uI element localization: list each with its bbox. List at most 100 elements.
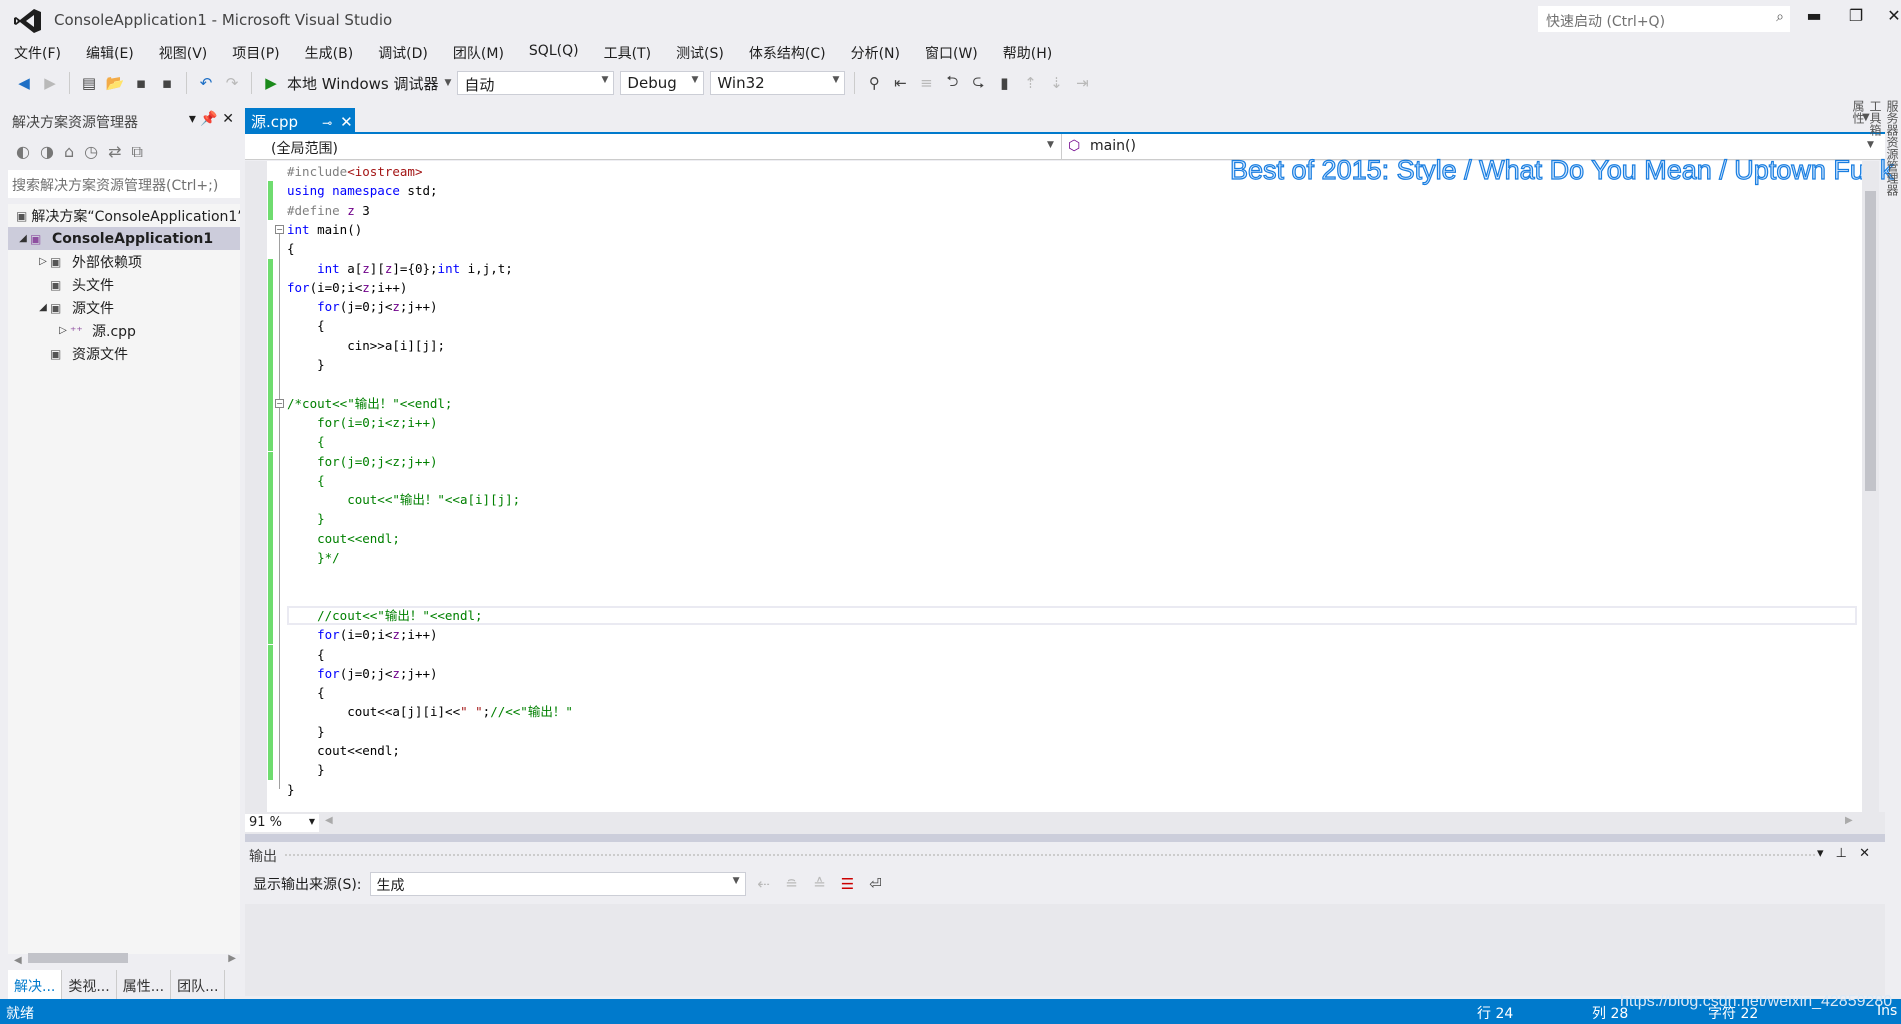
word-wrap-icon[interactable]: ⏎ <box>866 875 886 893</box>
menu-item[interactable]: 团队(M) <box>445 40 512 64</box>
code-line[interactable]: } <box>287 355 325 374</box>
panel-tab[interactable]: 团队... <box>171 970 226 1002</box>
pin-icon[interactable]: ⊥ <box>1836 846 1847 861</box>
code-line[interactable]: { <box>287 471 325 490</box>
code-line[interactable]: //cout<<"输出！"<<endl; <box>287 606 482 625</box>
code-line[interactable]: for(j=0;j<z;j++) <box>287 452 437 471</box>
restore-button[interactable]: ❐ <box>1838 6 1874 25</box>
code-line[interactable]: /*cout<<"输出！"<<endl; <box>287 394 452 413</box>
panel-splitter[interactable] <box>245 834 1885 842</box>
close-button[interactable]: ✕ <box>1876 6 1901 25</box>
code-line[interactable]: { <box>287 645 325 664</box>
code-line[interactable]: int a[z][z]={0};int i,j,t; <box>287 259 513 278</box>
quick-launch-input[interactable]: 快速启动 (Ctrl+Q) ⌕ <box>1538 6 1790 32</box>
start-debug-icon[interactable]: ▶ <box>261 74 281 92</box>
menu-item[interactable]: 帮助(H) <box>995 40 1060 64</box>
code-line[interactable]: #include<iostream> <box>287 162 422 181</box>
code-line[interactable]: cout<<a[j][i]<<" ";//<<"输出！" <box>287 702 573 721</box>
close-tab-icon[interactable]: ✕ <box>340 113 353 131</box>
find-in-files-icon[interactable]: ⚲ <box>864 74 884 92</box>
expander-icon[interactable]: ▷ <box>36 256 50 267</box>
code-line[interactable]: { <box>287 239 295 258</box>
menu-item[interactable]: 测试(S) <box>668 40 732 64</box>
next-message-icon[interactable]: ≙ <box>810 875 830 893</box>
scope-dropdown[interactable]: (全局范围) <box>271 138 338 158</box>
menu-item[interactable]: 工具(T) <box>596 40 659 64</box>
code-line[interactable]: cin>>a[i][j]; <box>287 336 445 355</box>
code-line[interactable]: } <box>287 509 325 528</box>
menu-item[interactable]: 调试(D) <box>370 40 436 64</box>
save-all-icon[interactable]: ▪ <box>157 74 177 92</box>
tree-item[interactable]: ▣ 头文件 <box>8 273 240 296</box>
panel-tab[interactable]: 解决... <box>8 970 63 1002</box>
dropdown-icon[interactable]: ▾ <box>1817 846 1824 861</box>
code-line[interactable]: cout<<endl; <box>287 529 400 548</box>
expander-icon[interactable]: ▷ <box>56 325 70 336</box>
pin-icon[interactable]: ⊸ <box>322 116 332 130</box>
code-line[interactable]: } <box>287 760 325 779</box>
collapse-icon[interactable]: − <box>275 224 284 234</box>
redo-icon[interactable]: ↷ <box>222 74 242 92</box>
menu-item[interactable]: 分析(N) <box>843 40 908 64</box>
code-line[interactable]: cout<<"输出！"<<a[i][j]; <box>287 490 520 509</box>
sync-icon[interactable]: ⇄ <box>108 142 121 162</box>
solution-config-select[interactable]: 自动 ▼ <box>457 71 615 95</box>
code-line[interactable]: for(j=0;j<z;j++) <box>287 664 437 683</box>
pending-changes-icon[interactable]: ◷ <box>84 142 98 162</box>
menu-item[interactable]: 窗口(W) <box>917 40 986 64</box>
menu-item[interactable]: SQL(Q) <box>521 40 587 64</box>
menu-item[interactable]: 生成(B) <box>297 40 362 64</box>
configuration-select[interactable]: Debug ▼ <box>620 71 705 95</box>
tree-item[interactable]: ▷ ⁺⁺ 源.cpp <box>8 319 240 342</box>
code-line[interactable]: for(i=0;i<z;i++) <box>287 625 437 644</box>
start-debugging-button[interactable]: 本地 Windows 调试器 <box>287 73 439 94</box>
code-line[interactable]: for(j=0;j<z;j++) <box>287 297 437 316</box>
code-line[interactable]: { <box>287 316 325 335</box>
side-tool-tab[interactable]: 服务器资源管理器 <box>1884 100 1901 984</box>
chevron-down-icon[interactable]: ▼ <box>445 78 452 88</box>
indent-icon[interactable]: ≡ <box>916 74 936 92</box>
uncomment-icon[interactable]: ⮎ <box>968 71 988 96</box>
solution-search-input[interactable]: 搜索解决方案资源管理器(Ctrl+;) <box>8 170 240 198</box>
drag-grip[interactable] <box>285 854 1815 858</box>
close-icon[interactable]: ✕ <box>222 111 234 127</box>
comment-icon[interactable]: ⮌ <box>942 71 962 96</box>
panel-tab[interactable]: 类视... <box>62 970 117 1002</box>
code-line[interactable]: for(i=0;i<z;i++) <box>287 413 437 432</box>
dropdown-icon[interactable]: ▾ <box>189 111 196 127</box>
prev-message-icon[interactable]: ≘ <box>782 875 802 893</box>
menu-item[interactable]: 编辑(E) <box>78 40 142 64</box>
code-editor[interactable]: #include<iostream> using namespace std; #d… <box>245 161 1862 812</box>
collapse-all-icon[interactable]: ⧉ <box>131 142 142 162</box>
home-icon[interactable]: ⌂ <box>64 142 74 162</box>
tree-item[interactable]: ◢ ▣ 源文件 <box>8 296 240 319</box>
code-line[interactable]: int main() <box>287 220 362 239</box>
open-file-icon[interactable]: 📂 <box>105 74 125 92</box>
code-line[interactable]: for(i=0;i<z;i++) <box>287 278 407 297</box>
prev-bookmark-icon[interactable]: ⇡ <box>1020 74 1040 92</box>
member-dropdown[interactable]: main() <box>1090 138 1136 154</box>
undo-icon[interactable]: ↶ <box>196 74 216 92</box>
output-text-area[interactable] <box>245 904 1885 996</box>
expander-icon[interactable]: ◢ <box>36 302 50 313</box>
back-icon[interactable]: ◀ <box>14 74 34 92</box>
side-tool-tab[interactable]: 工具箱 <box>1867 100 1884 984</box>
code-line[interactable]: }*/ <box>287 548 340 567</box>
menu-item[interactable]: 视图(V) <box>151 40 216 64</box>
tree-item[interactable]: ▣解决方案“ConsoleApplication1”(1 个项目) <box>8 204 240 227</box>
output-source-select[interactable]: 生成 ▼ <box>369 872 746 896</box>
back-icon[interactable]: ◐ <box>16 142 30 162</box>
menu-item[interactable]: 文件(F) <box>6 40 69 64</box>
expander-icon[interactable]: ◢ <box>16 233 30 244</box>
tab-source-cpp[interactable]: 源.cpp ⊸ ✕ <box>245 108 355 132</box>
find-message-icon[interactable]: ⇠ <box>754 875 774 893</box>
bookmark-icon[interactable]: ▮ <box>994 74 1014 92</box>
code-line[interactable]: { <box>287 683 325 702</box>
forward-icon[interactable]: ◑ <box>40 142 54 162</box>
tree-item[interactable]: ▷ ▣ 外部依赖项 <box>8 250 240 273</box>
code-line[interactable]: cout<<endl; <box>287 741 400 760</box>
next-bookmark-icon[interactable]: ⇣ <box>1046 74 1066 92</box>
platform-select[interactable]: Win32 ▼ <box>710 71 846 95</box>
scroll-left-icon[interactable]: ◀ <box>325 815 333 826</box>
zoom-select[interactable]: 91 % ▼ <box>245 814 319 832</box>
